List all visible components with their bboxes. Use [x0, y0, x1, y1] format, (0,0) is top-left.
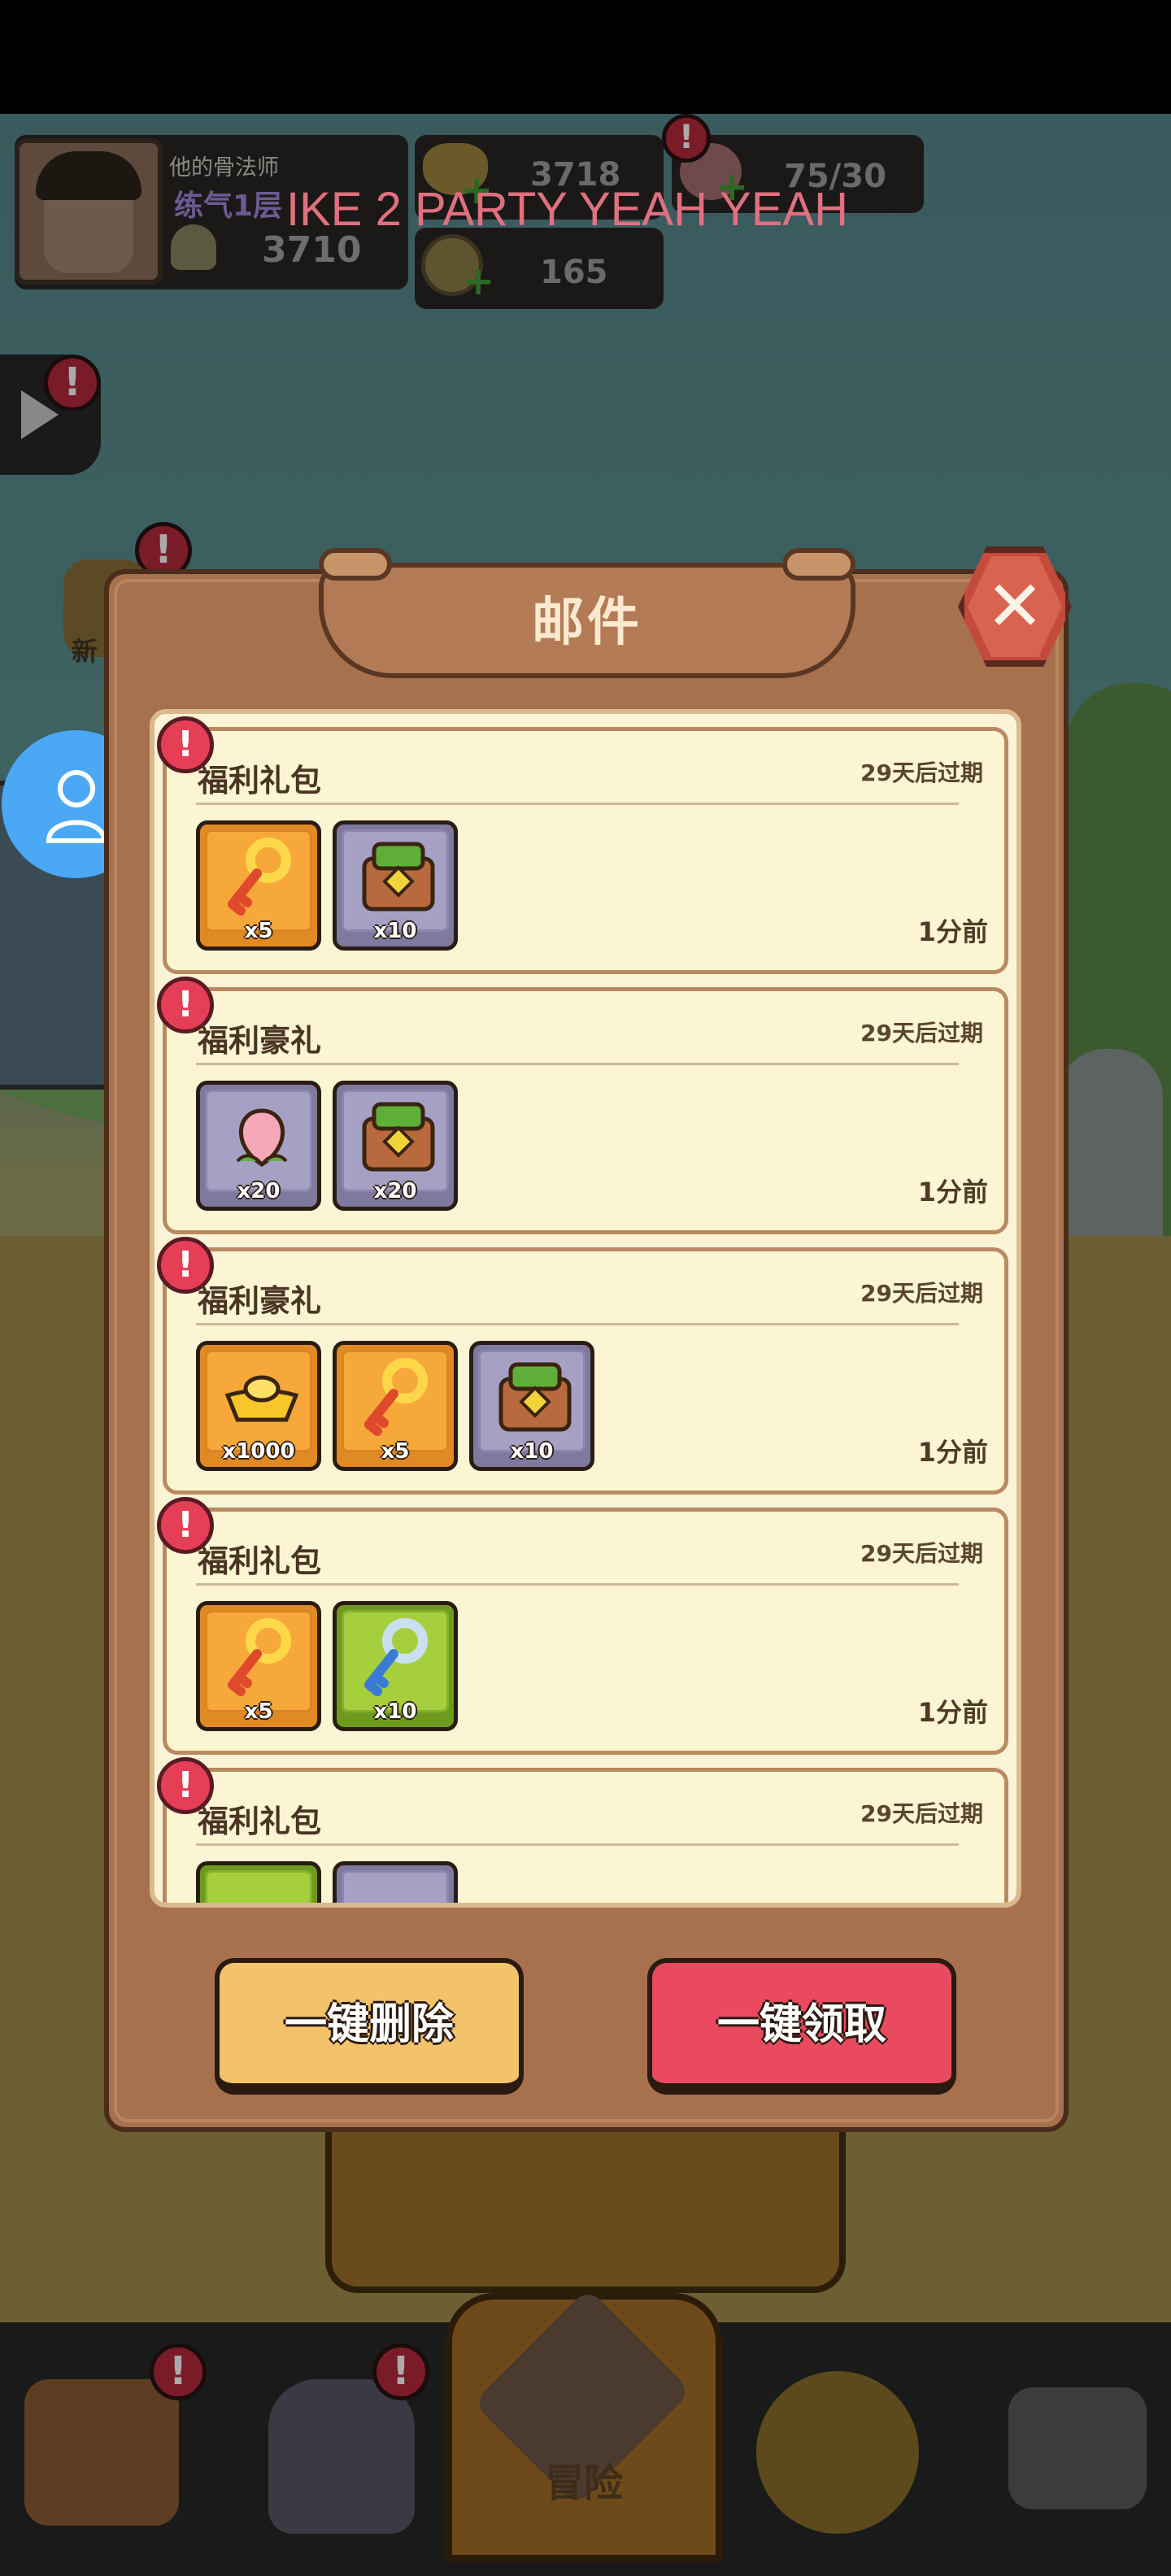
mail-expire: 29天后过期 [860, 1540, 983, 1567]
mail-item[interactable]: ! 福利礼包 29天后过期 x5 x10 1分前 [157, 716, 1008, 974]
reward-item[interactable]: x10 [333, 820, 458, 951]
mail-item[interactable]: ! 福利礼包 29天后过期 x5 x10 1分前 [157, 1497, 1008, 1755]
reward-item[interactable]: x5 [196, 1601, 321, 1731]
mail-expire: 29天后过期 [860, 759, 983, 786]
player-rank: 练气1层 [174, 189, 283, 223]
nav-adventure[interactable]: 冒险 [446, 2287, 722, 2561]
equip-alert-icon: ! [372, 2343, 429, 2400]
mail-list[interactable]: ! 福利礼包 29天后过期 x5 x10 1分前 ! 福利豪礼 29天后过期 x… [150, 709, 1021, 1908]
mail-title: 福利礼包 [198, 763, 322, 798]
item-quantity: x5 [381, 1439, 410, 1464]
item-quantity: x5 [244, 1699, 273, 1724]
silver-key-icon [364, 1618, 428, 1696]
lock-icon [1008, 2387, 1147, 2509]
mail-time: 1分前 [917, 1437, 988, 1468]
claim-all-button[interactable]: 一键领取 [647, 1958, 956, 2095]
treasure-chest-icon [498, 1362, 572, 1432]
mail-title: 福利豪礼 [198, 1023, 322, 1059]
reward-item[interactable]: x20 [196, 1081, 321, 1211]
mail-item[interactable]: ! 福利礼包 29天后过期 [157, 1757, 1008, 1903]
dialog-title: 邮件 [532, 593, 642, 653]
item-quantity: x20 [373, 1179, 417, 1203]
reward-item[interactable] [333, 1861, 458, 1903]
shop-chest-icon [24, 2379, 179, 2526]
reward-item[interactable]: x10 [469, 1341, 594, 1471]
delete-all-label: 一键删除 [284, 2000, 454, 2049]
player-avatar[interactable] [15, 138, 163, 285]
item-quantity: x10 [510, 1439, 554, 1464]
mail-item[interactable]: ! 福利豪礼 29天后过期 x20 x20 1分前 [157, 977, 1008, 1234]
mail-title-plate: 邮件 [319, 548, 855, 678]
mail-time: 1分前 [917, 916, 988, 947]
shop-alert-icon: ! [150, 2343, 207, 2400]
claim-all-label: 一键领取 [716, 2000, 886, 2049]
adventure-label: 冒险 [544, 2461, 623, 2506]
item-quantity: x10 [373, 1699, 417, 1724]
golden-key-icon [364, 1358, 428, 1436]
helmet-equip-icon [268, 2379, 415, 2534]
mail-title: 福利豪礼 [198, 1283, 322, 1319]
player-name: 他的骨法师 [169, 155, 279, 181]
reward-item[interactable]: x5 [196, 820, 321, 951]
mail-time: 1分前 [917, 1177, 988, 1208]
item-quantity: x1000 [222, 1439, 295, 1464]
item-quantity: x20 [237, 1179, 281, 1203]
coin-value: 165 [540, 254, 608, 291]
helmet-icon [171, 224, 216, 270]
reward-item[interactable]: x10 [333, 1601, 458, 1731]
coin-add-icon[interactable]: + [462, 262, 494, 301]
treasure-chest-icon [362, 842, 435, 912]
mail-expire: 29天后过期 [860, 1020, 983, 1046]
item-quantity: x10 [373, 919, 417, 943]
mail-expire: 29天后过期 [860, 1280, 983, 1307]
play-alert-icon: ! [44, 355, 101, 411]
mail-item[interactable]: ! 福利豪礼 29天后过期 x1000 x5 x10 1分前 [157, 1237, 1008, 1495]
stamina-alert-icon: ! [662, 114, 711, 163]
delete-all-button[interactable]: 一键删除 [215, 1958, 524, 2095]
scrolling-marquee: IKE 2 PARTY YEAH YEAH [286, 183, 848, 236]
golden-key-icon [228, 838, 291, 916]
reward-item[interactable] [196, 1861, 321, 1903]
nav-upgrade[interactable] [740, 2322, 927, 2576]
close-icon[interactable]: ✕ [968, 556, 1062, 657]
mail-title: 福利礼包 [198, 1543, 322, 1579]
new-event-label: 新 [72, 636, 98, 667]
upgrade-arrow-icon [756, 2371, 919, 2534]
treasure-chest-icon [362, 1102, 435, 1172]
item-quantity: x5 [244, 919, 273, 943]
peach-icon [236, 1108, 288, 1168]
reward-item[interactable]: x20 [333, 1081, 458, 1211]
mail-title: 福利礼包 [198, 1804, 322, 1839]
reward-item[interactable]: x5 [333, 1341, 458, 1471]
golden-key-icon [228, 1618, 291, 1696]
nav-locked[interactable] [984, 2322, 1163, 2576]
game-screen: 他的骨法师 练气1层 3710 + 3718 + 165 + 75/30 ! I… [0, 0, 1171, 2576]
mail-time: 1分前 [917, 1697, 988, 1728]
reward-item[interactable]: x1000 [196, 1341, 321, 1471]
user-icon [46, 770, 107, 843]
gold-ingot-icon [224, 1375, 299, 1422]
mail-expire: 29天后过期 [860, 1800, 983, 1827]
